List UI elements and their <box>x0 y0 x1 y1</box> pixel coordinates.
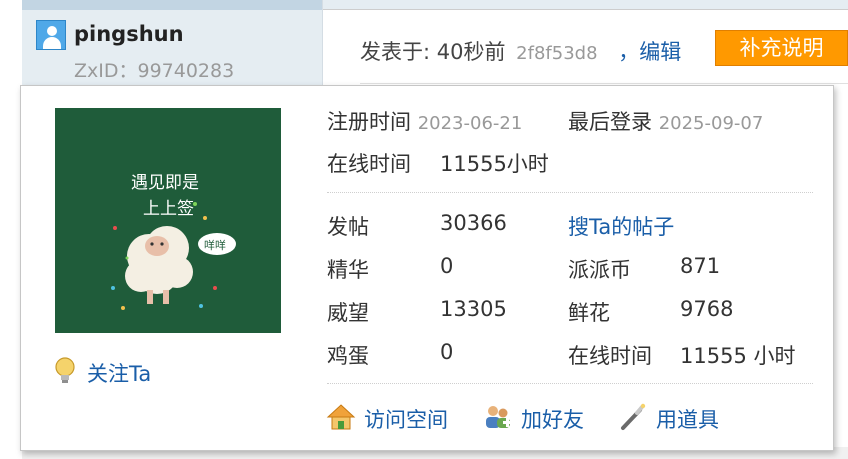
sidebar-top-bar <box>22 0 322 10</box>
digest-value: 0 <box>440 254 454 278</box>
username[interactable]: pingshun <box>74 22 184 46</box>
online2-value: 11555 小时 <box>680 344 796 368</box>
card-divider-top <box>327 192 813 193</box>
post-hash: 2f8f53d8 <box>516 43 598 64</box>
sheep-illustration: 遇见即是 上上签 咩咩 <box>111 173 236 310</box>
magic-wand-icon <box>621 403 646 430</box>
eggs-label: 鸡蛋 <box>327 344 369 368</box>
register-label: 注册时间 <box>327 110 411 134</box>
coins-value: 871 <box>680 254 721 278</box>
coins-label: 派派币 <box>568 258 631 282</box>
posts-label: 发帖 <box>327 215 369 239</box>
edit-link[interactable]: ，编辑 <box>618 40 681 64</box>
flowers-label: 鲜花 <box>568 301 610 325</box>
digest-label: 精华 <box>327 258 369 282</box>
prestige-value: 13305 <box>440 297 507 321</box>
flowers-value: 9768 <box>680 297 734 321</box>
zxid: ZxID：99740283 <box>74 60 235 82</box>
card-divider-bottom <box>327 383 813 384</box>
add-friend-icon <box>486 406 512 428</box>
user-info-popup: 遇见即是 上上签 咩咩 关注Ta 注册时间 2023-06-21 最后登录 20… <box>20 85 834 451</box>
add-friend-label: 加好友 <box>521 408 584 432</box>
register-date: 2023-06-21 <box>417 113 523 134</box>
search-posts-link[interactable]: 搜Ta的帖子 <box>568 211 674 241</box>
home-icon <box>326 404 356 430</box>
prestige-label: 威望 <box>327 301 369 325</box>
last-login-label: 最后登录 <box>568 110 652 134</box>
post-header-bar <box>322 0 848 10</box>
last-login-row: 最后登录 2025-09-07 <box>568 106 763 136</box>
lightbulb-icon <box>55 357 75 383</box>
avatar-bubble-text: 咩咩 <box>204 238 226 252</box>
avatar-text-line1: 遇见即是 <box>131 173 199 193</box>
online-label: 在线时间 <box>327 152 411 176</box>
register-row: 注册时间 2023-06-21 <box>327 106 522 136</box>
user-avatar-icon[interactable] <box>36 20 66 50</box>
posts-value: 30366 <box>440 211 507 235</box>
user-avatar-image[interactable]: 遇见即是 上上签 咩咩 <box>55 108 281 333</box>
follow-label: 关注Ta <box>87 362 152 386</box>
visit-space-label: 访问空间 <box>364 408 448 432</box>
avatar-text-line2: 上上签 <box>143 199 194 219</box>
posted-time: 发表于: 40秒前 <box>360 40 506 64</box>
post-meta: 发表于: 40秒前 2f8f53d8 ，编辑 <box>360 36 681 66</box>
post-divider <box>360 83 848 84</box>
use-item-label: 用道具 <box>656 408 719 432</box>
online2-label: 在线时间 <box>568 344 652 368</box>
supplement-button[interactable]: 补充说明 <box>715 30 848 66</box>
eggs-value: 0 <box>440 340 454 364</box>
last-login-date: 2025-09-07 <box>658 113 764 134</box>
online-value: 11555小时 <box>440 152 549 176</box>
